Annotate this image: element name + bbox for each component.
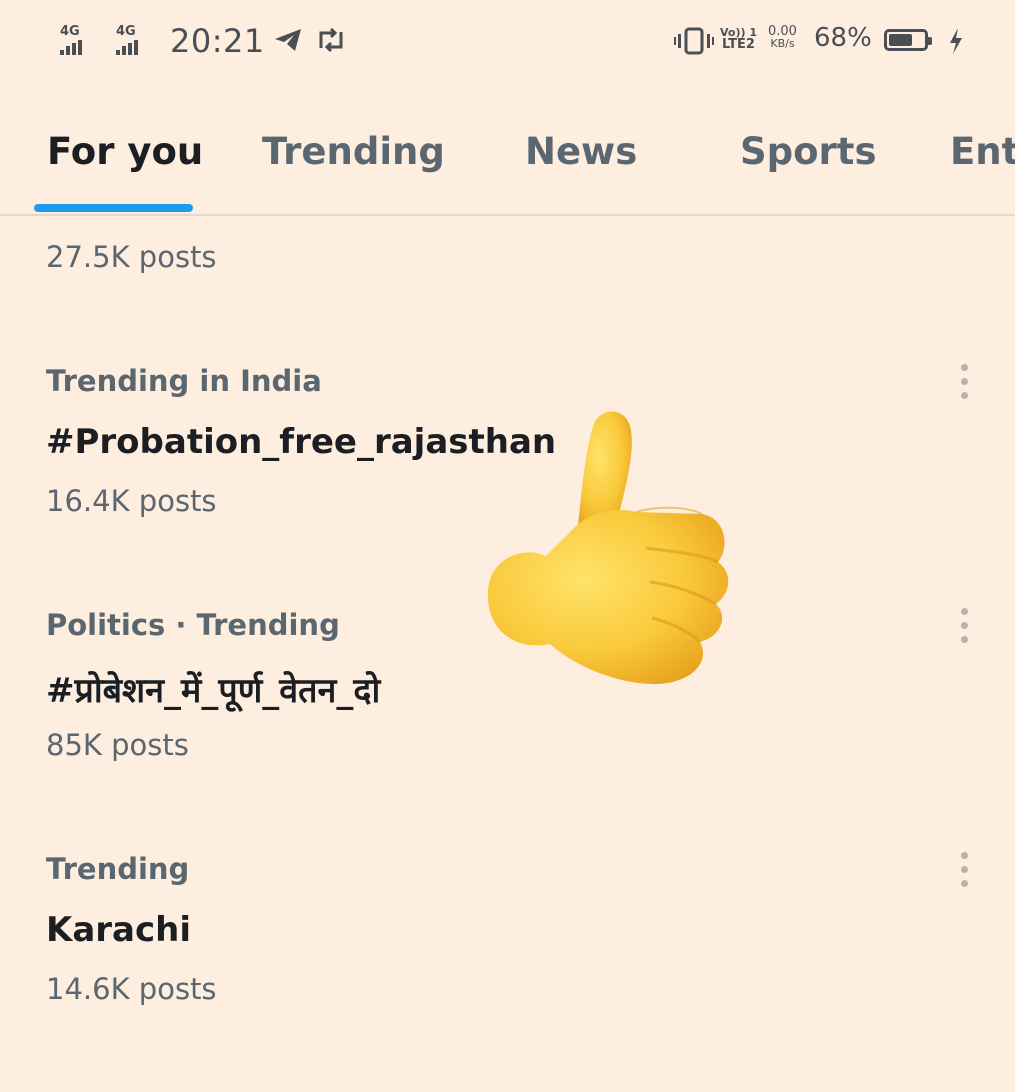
trend-title: #प्रोबेशन_में_पूर्ण_वेतन_दो bbox=[46, 671, 381, 711]
trend-context: Trending bbox=[46, 852, 190, 886]
trend-item[interactable]: Trending Karachi 14.6K posts bbox=[0, 852, 1015, 1092]
partial-trend-post-count: 27.5K posts bbox=[46, 240, 217, 274]
trend-post-count: 16.4K posts bbox=[46, 484, 217, 518]
status-bar: 4G 4G 20:21 Vo)) 1 LTE2 0.00 KB/s 68% bbox=[0, 0, 1015, 84]
trend-post-count: 85K posts bbox=[46, 728, 189, 762]
retweet-icon bbox=[319, 28, 343, 52]
trend-post-count: 14.6K posts bbox=[46, 972, 217, 1006]
sim2-network-type: 4G bbox=[116, 24, 136, 39]
battery-percent: 68% bbox=[814, 23, 872, 53]
tab-sports[interactable]: Sports bbox=[740, 130, 877, 173]
trend-context: Politics · Trending bbox=[46, 608, 340, 642]
more-options-icon[interactable] bbox=[958, 364, 970, 404]
active-tab-indicator bbox=[34, 204, 193, 212]
battery-icon bbox=[884, 29, 932, 51]
more-options-icon[interactable] bbox=[958, 852, 970, 892]
trend-title: #Probation_free_rajasthan bbox=[46, 422, 557, 462]
charging-icon bbox=[950, 28, 962, 54]
thumbs-up-icon bbox=[487, 411, 729, 685]
tabs-divider bbox=[0, 214, 1015, 216]
tab-trending[interactable]: Trending bbox=[262, 130, 445, 173]
clock: 20:21 bbox=[170, 22, 265, 60]
tab-for-you[interactable]: For you bbox=[47, 130, 203, 173]
sim1-network-type: 4G bbox=[60, 24, 80, 39]
trend-context: Trending in India bbox=[46, 364, 322, 398]
network-speed: 0.00 KB/s bbox=[768, 24, 797, 50]
explore-tabs: For you Trending News Sports Ente bbox=[0, 84, 1015, 214]
tab-entertainment[interactable]: Ente bbox=[950, 130, 1015, 173]
more-options-icon[interactable] bbox=[958, 608, 970, 648]
tab-news[interactable]: News bbox=[525, 130, 637, 173]
trend-title: Karachi bbox=[46, 910, 192, 950]
vibrate-icon bbox=[674, 27, 714, 55]
volte-indicator: Vo)) 1 LTE2 bbox=[720, 26, 758, 52]
signal-sim2-icon: 4G bbox=[116, 24, 138, 55]
signal-sim1-icon: 4G bbox=[60, 24, 82, 55]
telegram-icon bbox=[275, 29, 301, 51]
